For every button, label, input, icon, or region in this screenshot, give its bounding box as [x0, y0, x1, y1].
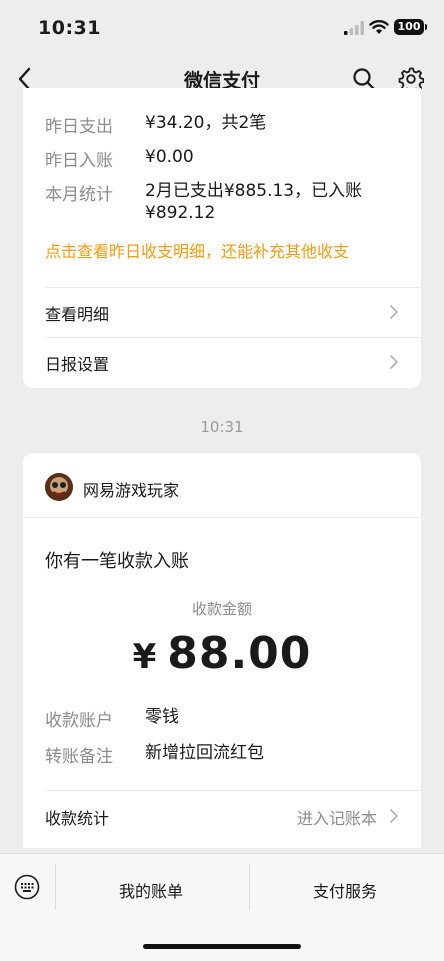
bottom-menu-bar: 我的账单 支付服务 — [0, 853, 444, 961]
battery-indicator: 100 — [394, 19, 427, 35]
report-settings-row[interactable]: 日报设置 — [23, 338, 421, 386]
chevron-right-icon — [390, 809, 398, 823]
stats-label: 收款统计 — [45, 809, 110, 828]
view-details-row[interactable]: 查看明细 — [23, 288, 421, 336]
merchant-avatar — [45, 473, 73, 501]
game-logo-icon — [45, 473, 73, 501]
separator — [249, 864, 250, 910]
status-bar: 10:31 100 — [0, 0, 444, 54]
cellular-signal-icon — [344, 21, 364, 35]
daily-report-card: 昨日支出 ¥34.20，共2笔 昨日入账 ¥0.00 本月统计 2月已支出¥88… — [23, 88, 421, 388]
payment-received-card[interactable]: 网易游戏玩家 你有一笔收款入账 收款金额 ¥88.00 收款账户 零钱 转账备注… — [23, 453, 421, 848]
summary-value: ¥0.00 — [145, 147, 194, 167]
home-indicator — [143, 944, 301, 949]
menu-label: 日报设置 — [45, 355, 110, 374]
amount-value: ¥88.00 — [23, 628, 421, 679]
tab-my-bills[interactable]: 我的账单 — [119, 878, 183, 902]
detail-value: 零钱 — [145, 707, 179, 727]
detail-value: 新增拉回流红包 — [145, 743, 264, 763]
summary-value: ¥34.20，共2笔 — [145, 113, 267, 133]
keyboard-icon[interactable] — [14, 874, 40, 900]
tab-payment-services[interactable]: 支付服务 — [313, 878, 377, 902]
summary-key: 昨日入账 — [45, 151, 113, 171]
merchant-name: 网易游戏玩家 — [83, 481, 180, 500]
summary-key: 昨日支出 — [45, 117, 113, 137]
wifi-icon — [369, 20, 389, 34]
receipt-headline: 你有一笔收款入账 — [45, 551, 189, 572]
view-details-link[interactable]: 点击查看昨日收支明细，还能补充其他收支 — [45, 238, 349, 262]
message-timestamp: 10:31 — [200, 418, 244, 436]
detail-key: 收款账户 — [45, 711, 113, 731]
divider — [23, 517, 421, 518]
summary-key: 本月统计 — [45, 185, 113, 205]
amount-label: 收款金额 — [191, 600, 252, 618]
status-time: 10:31 — [38, 17, 101, 39]
separator — [55, 864, 56, 910]
summary-value: 2月已支出¥885.13，已入账¥892.12 — [145, 181, 363, 223]
chevron-right-icon — [390, 305, 398, 319]
chevron-right-icon — [390, 355, 398, 369]
menu-label: 查看明细 — [45, 305, 110, 324]
detail-key: 转账备注 — [45, 747, 113, 767]
currency-symbol: ¥ — [132, 637, 158, 677]
amount-number: 88.00 — [167, 628, 312, 679]
payment-stats-row[interactable]: 收款统计 进入记账本 — [23, 791, 421, 839]
ledger-link[interactable]: 进入记账本 — [297, 805, 377, 829]
